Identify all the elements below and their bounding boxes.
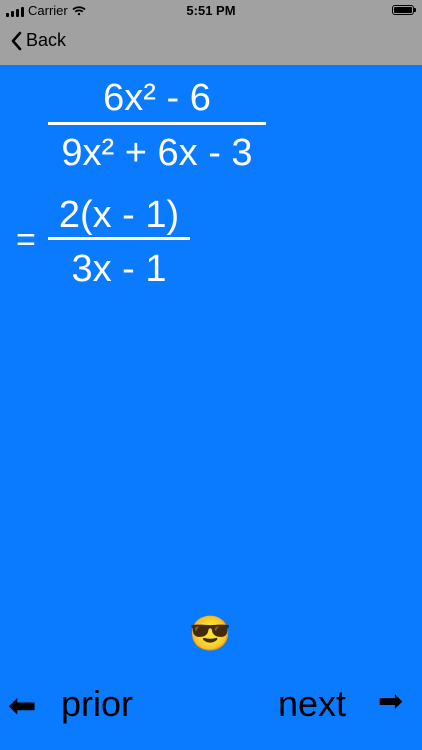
status-time: 5:51 PM — [186, 3, 236, 18]
back-button[interactable]: Back — [10, 30, 66, 51]
fraction-bar-original — [48, 122, 266, 125]
battery-level — [394, 7, 412, 13]
prior-button[interactable]: prior — [61, 683, 133, 725]
fraction-bar-simplified — [48, 237, 190, 240]
original-denominator: 9x² + 6x - 3 — [61, 132, 253, 174]
back-label: Back — [26, 30, 67, 50]
status-bar: Carrier 5:51 PM — [0, 0, 422, 22]
original-numerator: 6x² - 6 — [103, 77, 211, 119]
equals-sign: = — [16, 221, 36, 259]
right-arrow-icon[interactable]: ➡ — [378, 684, 403, 719]
battery-icon — [392, 5, 416, 15]
next-button[interactable]: next — [278, 683, 346, 725]
left-arrow-icon[interactable]: ⬅ — [8, 686, 37, 726]
navigation-bar: Back — [0, 22, 422, 65]
simplified-numerator: 2(x - 1) — [58, 194, 180, 236]
simplified-denominator: 3x - 1 — [71, 248, 167, 290]
sunglasses-emoji-icon: 😎 — [189, 615, 232, 653]
chevron-left-icon — [11, 31, 22, 50]
